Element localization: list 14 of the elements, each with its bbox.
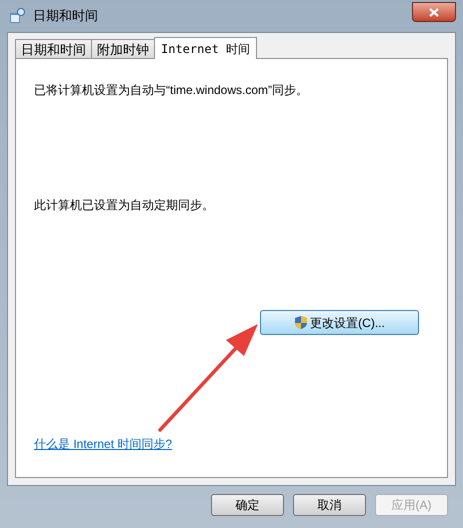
close-icon — [429, 8, 439, 16]
dialog-button[interactable]: 确定 — [211, 494, 284, 516]
sync-status-text: 已将计算机设置为自动与“time.windows.com”同步。 — [34, 82, 310, 99]
tab[interactable]: 日期和时间 — [15, 39, 92, 58]
change-settings-button[interactable]: 更改设置(C)... — [260, 310, 419, 335]
calendar-clock-icon — [9, 8, 25, 24]
sync-schedule-text: 此计算机已设置为自动定期同步。 — [34, 197, 215, 214]
window-title: 日期和时间 — [33, 7, 98, 26]
dialog-button[interactable]: 取消 — [293, 494, 366, 516]
help-link[interactable]: 什么是 Internet 时间同步? — [34, 435, 172, 453]
shield-icon — [294, 315, 308, 330]
tab[interactable]: 附加时钟 — [91, 39, 155, 58]
tab[interactable]: Internet 时间 — [154, 37, 258, 59]
close-button[interactable] — [412, 2, 456, 22]
